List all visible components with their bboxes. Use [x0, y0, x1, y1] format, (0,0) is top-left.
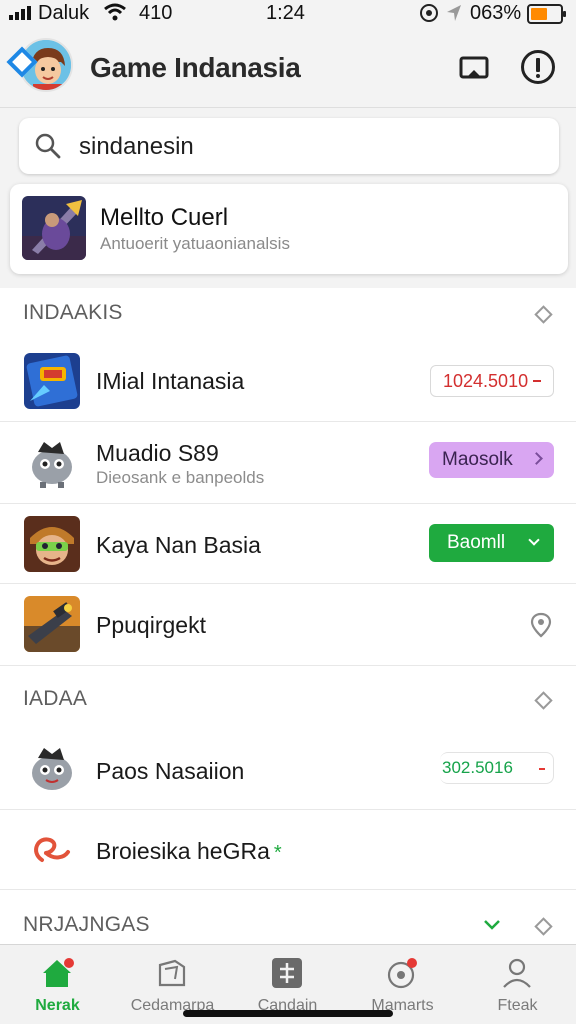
list-item[interactable]: Muadio S89 Dieosank e banpeolds Maosolk — [0, 422, 576, 504]
section-header-iadaa[interactable]: IADAA — [0, 680, 576, 720]
list-item-title: Kaya Nan Basia — [96, 532, 261, 558]
minus-icon — [533, 380, 541, 382]
search-query: sindanesin — [79, 133, 194, 160]
brand-logo-icon — [24, 822, 80, 878]
list-item[interactable]: Ppuqirgekt — [0, 584, 576, 666]
section-title: NRJAJNGAS — [23, 913, 150, 936]
list-item-title-text: Broiesika heGRa — [96, 838, 270, 864]
section-header-nrjajngas[interactable]: NRJAJNGAS — [0, 906, 576, 946]
game-thumbnail — [24, 516, 80, 572]
section-title: IADAA — [23, 687, 88, 710]
action-label: Maosolk — [442, 449, 513, 470]
chevron-down-icon — [528, 534, 540, 546]
nav-item-fteak[interactable]: Fteak — [460, 945, 575, 1024]
game-thumbnail — [24, 596, 80, 652]
nav-item-home[interactable]: Nerak — [0, 945, 115, 1024]
network-label: 410 — [139, 2, 173, 24]
list-item-title: Ppuqirgekt — [96, 612, 206, 638]
nav-label: Nerak — [35, 997, 80, 1014]
suggestion-card[interactable]: Mellto Cuerl Antuoerit yatuaonianalsis — [10, 184, 568, 274]
home-indicator[interactable] — [183, 1010, 393, 1017]
list-item[interactable]: Kaya Nan Basia Baomll — [0, 504, 576, 584]
price-button[interactable]: 302.5016 — [440, 752, 554, 784]
sliders-icon — [272, 958, 302, 988]
cast-button[interactable] — [458, 52, 490, 84]
status-bar: Daluk 410 1:24 063% — [0, 0, 576, 28]
carrier-label: Daluk — [38, 2, 90, 24]
battery-percent: 063% — [470, 2, 522, 24]
action-button[interactable]: Maosolk — [429, 442, 554, 478]
minus-icon — [539, 768, 545, 770]
suggestion-title: Mellto Cuerl — [100, 204, 229, 231]
location-pin-icon[interactable] — [530, 612, 552, 638]
list-item-title: Muadio S89 — [96, 440, 219, 466]
diamond-icon[interactable] — [534, 917, 553, 936]
list-item-subtitle: Dieosank e banpeolds — [96, 468, 265, 487]
game-thumbnail — [24, 353, 80, 409]
signal-icon — [9, 6, 31, 20]
list-item[interactable]: Broiesika heGRa * — [0, 810, 576, 890]
star-icon: * — [273, 842, 282, 864]
list-item-title: Broiesika heGRa * — [96, 838, 282, 865]
alert-circle-icon — [387, 958, 417, 989]
page-title: Game Indanasia — [90, 52, 301, 83]
game-thumbnail — [24, 434, 80, 490]
info-button[interactable] — [521, 50, 555, 84]
price-label: 302.5016 — [442, 758, 513, 777]
chevron-right-icon — [530, 452, 543, 465]
suggestion-subtitle: Antuoerit yatuaonianalsis — [100, 234, 290, 253]
search-icon — [35, 133, 61, 159]
list-item-title: Paos Nasaiion — [96, 758, 245, 784]
game-thumbnail — [24, 740, 80, 796]
diamond-icon[interactable] — [534, 691, 553, 710]
price-label: 1024.5010 — [443, 370, 529, 391]
battery-icon — [527, 4, 566, 24]
nav-label: Fteak — [497, 997, 538, 1014]
rotation-lock-icon — [420, 4, 438, 22]
list-item[interactable]: Paos Nasaiion 302.5016 — [0, 728, 576, 810]
clock: 1:24 — [266, 2, 305, 24]
wifi-icon — [104, 3, 126, 21]
diamond-icon[interactable] — [534, 305, 553, 324]
check-icon[interactable] — [482, 914, 502, 934]
box-icon — [158, 959, 186, 987]
download-button[interactable]: Baomll — [429, 524, 554, 562]
download-label: Baomll — [447, 532, 506, 553]
list-item[interactable]: IMial Intanasia 1024.5010 — [0, 340, 576, 422]
section-title: INDAAKIS — [23, 301, 123, 324]
game-thumbnail — [22, 196, 86, 260]
cast-icon — [459, 56, 489, 79]
section-header-indaakis[interactable]: INDAAKIS — [0, 294, 576, 334]
location-arrow-icon — [447, 5, 461, 21]
search-input[interactable]: sindanesin — [19, 118, 559, 174]
price-button[interactable]: 1024.5010 — [430, 365, 554, 397]
home-icon — [43, 958, 74, 987]
list-item-title: IMial Intanasia — [96, 368, 245, 394]
profile-icon — [503, 958, 531, 988]
app-header: Game Indanasia — [0, 28, 576, 108]
